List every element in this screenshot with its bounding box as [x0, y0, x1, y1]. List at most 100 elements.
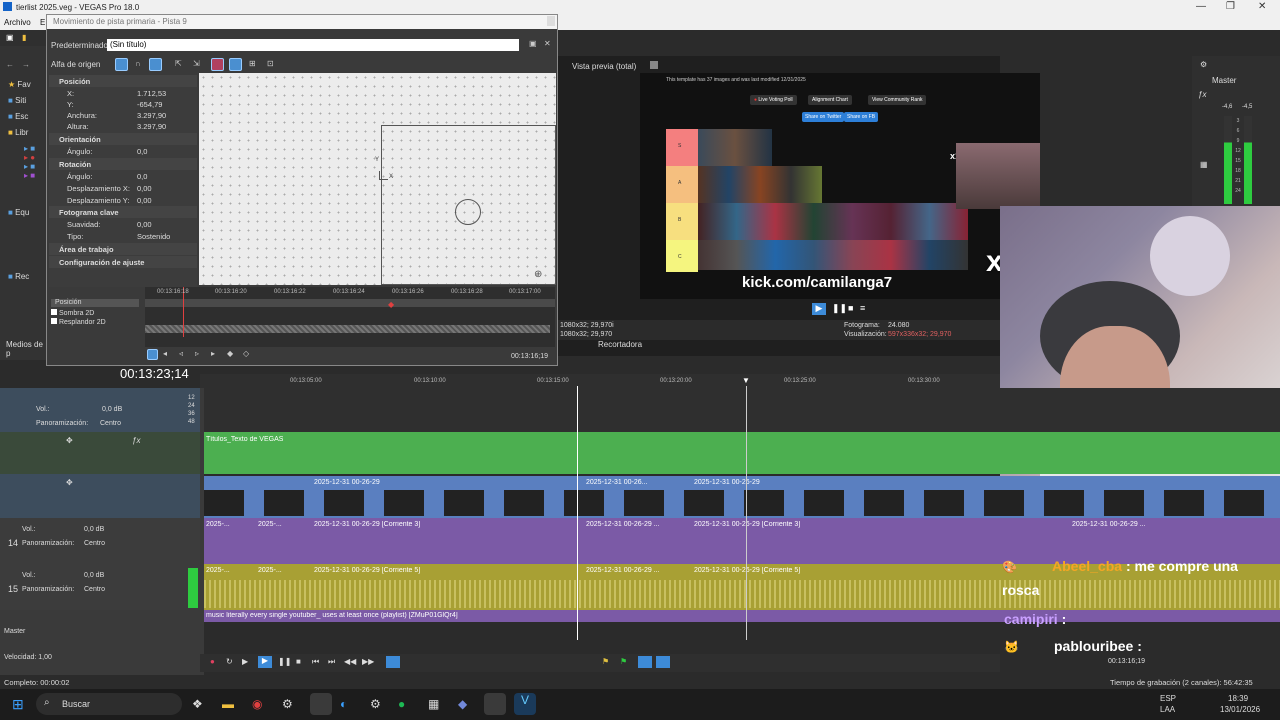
- current-time[interactable]: 00:13:23;14: [120, 366, 200, 382]
- rotate-tool-icon[interactable]: [115, 58, 128, 71]
- region-icon[interactable]: ⚑: [620, 657, 627, 666]
- community-rank-button[interactable]: View Community Rank: [868, 95, 927, 105]
- snap-icon[interactable]: [638, 656, 652, 668]
- edge-icon[interactable]: ◐: [340, 697, 347, 711]
- explorer-item-fav[interactable]: ★ Fav: [8, 80, 48, 90]
- section-posicion[interactable]: Posición: [49, 75, 197, 87]
- kf-track-resplandor[interactable]: Resplandor 2D: [51, 318, 139, 326]
- forward-icon[interactable]: →: [22, 60, 30, 69]
- play-icon[interactable]: ▶: [258, 656, 272, 668]
- preview-play-icon[interactable]: ▶: [812, 303, 826, 315]
- minimize-icon[interactable]: —: [1196, 1, 1206, 12]
- next-kf-icon[interactable]: ▹: [195, 349, 199, 358]
- video-event-3[interactable]: 2025-12-31 00-26-29: [692, 479, 760, 486]
- prevent-scale-icon[interactable]: ⊡: [267, 59, 274, 68]
- motion-canvas[interactable]: Y X ⊕: [199, 73, 556, 285]
- playhead-marker-icon[interactable]: ▼: [742, 376, 750, 385]
- audio14-event-1[interactable]: 2025-...: [204, 521, 230, 528]
- audio15-event-2[interactable]: 2025-...: [256, 567, 282, 574]
- meter-options-icon[interactable]: ▦: [1200, 160, 1208, 169]
- clock-time[interactable]: 18:39: [1228, 694, 1248, 703]
- medios-tab[interactable]: Medios de p: [6, 340, 46, 358]
- folder-icon[interactable]: ▣: [6, 33, 14, 42]
- stop-icon[interactable]: ■: [296, 657, 301, 666]
- discord-icon[interactable]: ◆: [458, 697, 467, 711]
- kf-track-sombra[interactable]: Sombra 2D: [51, 309, 139, 317]
- track-header-video[interactable]: ✥: [0, 474, 200, 518]
- menu-archivo[interactable]: Archivo: [4, 18, 31, 27]
- kf-scrollbar[interactable]: [145, 325, 550, 333]
- magnet-icon[interactable]: ∩: [135, 59, 141, 68]
- section-fotograma[interactable]: Fotograma clave: [49, 206, 197, 218]
- track-lane-1[interactable]: [204, 388, 1280, 432]
- preview-quality-dropdown[interactable]: Vista previa (total): [572, 62, 636, 71]
- menu-edicion[interactable]: E: [40, 18, 45, 27]
- delete-icon[interactable]: ✕: [544, 39, 551, 48]
- prevent-move-icon[interactable]: ⊞: [249, 59, 256, 68]
- edit-y-icon[interactable]: [229, 58, 242, 71]
- alignment-chart-button[interactable]: Alignment Chart: [808, 95, 852, 105]
- audio14-event-6[interactable]: 2025-12-31 00-26-29 ...: [1070, 521, 1146, 528]
- chrome-icon[interactable]: ◉: [252, 697, 262, 711]
- go-end-icon[interactable]: ⏭: [328, 657, 335, 667]
- track-fx-icon[interactable]: ƒx: [132, 436, 140, 445]
- recortadora-tab[interactable]: Recortadora: [598, 340, 642, 349]
- edit-x-icon[interactable]: [211, 58, 224, 71]
- next-frame-icon[interactable]: ▶▶: [362, 657, 374, 666]
- track-motion-icon[interactable]: ✥: [66, 436, 73, 445]
- explorer-item-escritorio[interactable]: ■ Esc: [8, 112, 48, 122]
- snap-grid-icon[interactable]: [149, 58, 162, 71]
- back-icon[interactable]: ←: [6, 60, 14, 69]
- track-header-titulos[interactable]: ✥ ƒx: [0, 432, 200, 474]
- obs-icon[interactable]: [310, 693, 332, 715]
- app-icon[interactable]: ⚙: [370, 697, 381, 711]
- maximize-icon[interactable]: ❐: [1226, 1, 1235, 12]
- last-kf-icon[interactable]: ▸: [211, 349, 215, 358]
- keyframe-marker-icon[interactable]: ◆: [388, 300, 394, 309]
- zoom-icon[interactable]: ⊕: [534, 269, 542, 280]
- velocidad[interactable]: Velocidad: 1,00: [0, 652, 200, 666]
- sync-cursor-icon[interactable]: [147, 349, 158, 360]
- master-settings-icon[interactable]: ⚙: [1200, 60, 1207, 69]
- timeline-cursor[interactable]: [577, 386, 578, 640]
- preset-dropdown[interactable]: (Sin título): [107, 39, 519, 51]
- prev-frame-icon[interactable]: ◀◀: [344, 657, 356, 666]
- section-config[interactable]: Configuración de ajuste: [49, 256, 197, 268]
- explorer-item-sitios[interactable]: ■ Siti: [8, 96, 48, 106]
- save-icon[interactable]: ▣: [529, 39, 537, 48]
- lang-2[interactable]: LAA: [1160, 705, 1175, 714]
- pause-icon[interactable]: ❚❚: [278, 657, 291, 666]
- scale-icon[interactable]: ⇱: [175, 59, 182, 68]
- fx-icon[interactable]: ƒx: [1198, 90, 1206, 99]
- loop-icon[interactable]: ↻: [226, 657, 233, 666]
- audio14-event-3[interactable]: 2025-12-31 00-26-29 [Corriente 3]: [312, 521, 420, 528]
- audio14-event-2[interactable]: 2025-...: [256, 521, 282, 528]
- track-lane-titulos[interactable]: Títulos_Texto de VEGAS: [204, 432, 1280, 474]
- prop-rot-angulo[interactable]: Ángulo: 0,0: [49, 170, 197, 182]
- alpha-source-dropdown[interactable]: Alfa de origen: [51, 60, 100, 69]
- preview-stop-icon[interactable]: ■: [848, 303, 853, 313]
- preview-pause-icon[interactable]: ❚❚: [832, 303, 847, 314]
- prop-desp-y[interactable]: Desplazamiento Y: 0,00: [49, 194, 197, 206]
- settings-icon[interactable]: ⚙: [282, 697, 293, 711]
- prev-kf-icon[interactable]: ◃: [179, 349, 183, 358]
- preview-settings-icon[interactable]: [650, 61, 658, 69]
- track-lane-video[interactable]: 2025-12-31 00-26-29 2025-12-31 00-26... …: [204, 476, 1280, 518]
- folder-open-icon[interactable]: ▮: [22, 33, 26, 42]
- preview-menu-icon[interactable]: ≡: [860, 303, 865, 313]
- video-event-2[interactable]: 2025-12-31 00-26...: [584, 479, 648, 486]
- play-from-start-icon[interactable]: ▶: [242, 657, 248, 666]
- video-motion-icon[interactable]: ✥: [66, 478, 73, 487]
- section-area[interactable]: Área de trabajo: [49, 243, 197, 255]
- rotation-handle-icon[interactable]: [455, 199, 481, 225]
- prop-desp-x[interactable]: Desplazamiento X: 0,00: [49, 182, 197, 194]
- record-icon[interactable]: ●: [210, 657, 215, 666]
- audio14-event-4[interactable]: 2025-12-31 00-26-29 ...: [584, 521, 660, 528]
- prop-tipo[interactable]: Tipo: Sostenido: [49, 230, 197, 242]
- spotify-icon[interactable]: ●: [398, 697, 405, 711]
- track-header-15[interactable]: 15 Vol.: 0,0 dB Panoramización: Centro: [0, 564, 200, 610]
- go-start-icon[interactable]: ⏮: [312, 657, 319, 667]
- share-twitter-button[interactable]: Share on Twitter: [802, 112, 845, 122]
- explorer-icon[interactable]: ▬: [222, 697, 234, 711]
- video-event-1[interactable]: 2025-12-31 00-26-29: [312, 479, 380, 486]
